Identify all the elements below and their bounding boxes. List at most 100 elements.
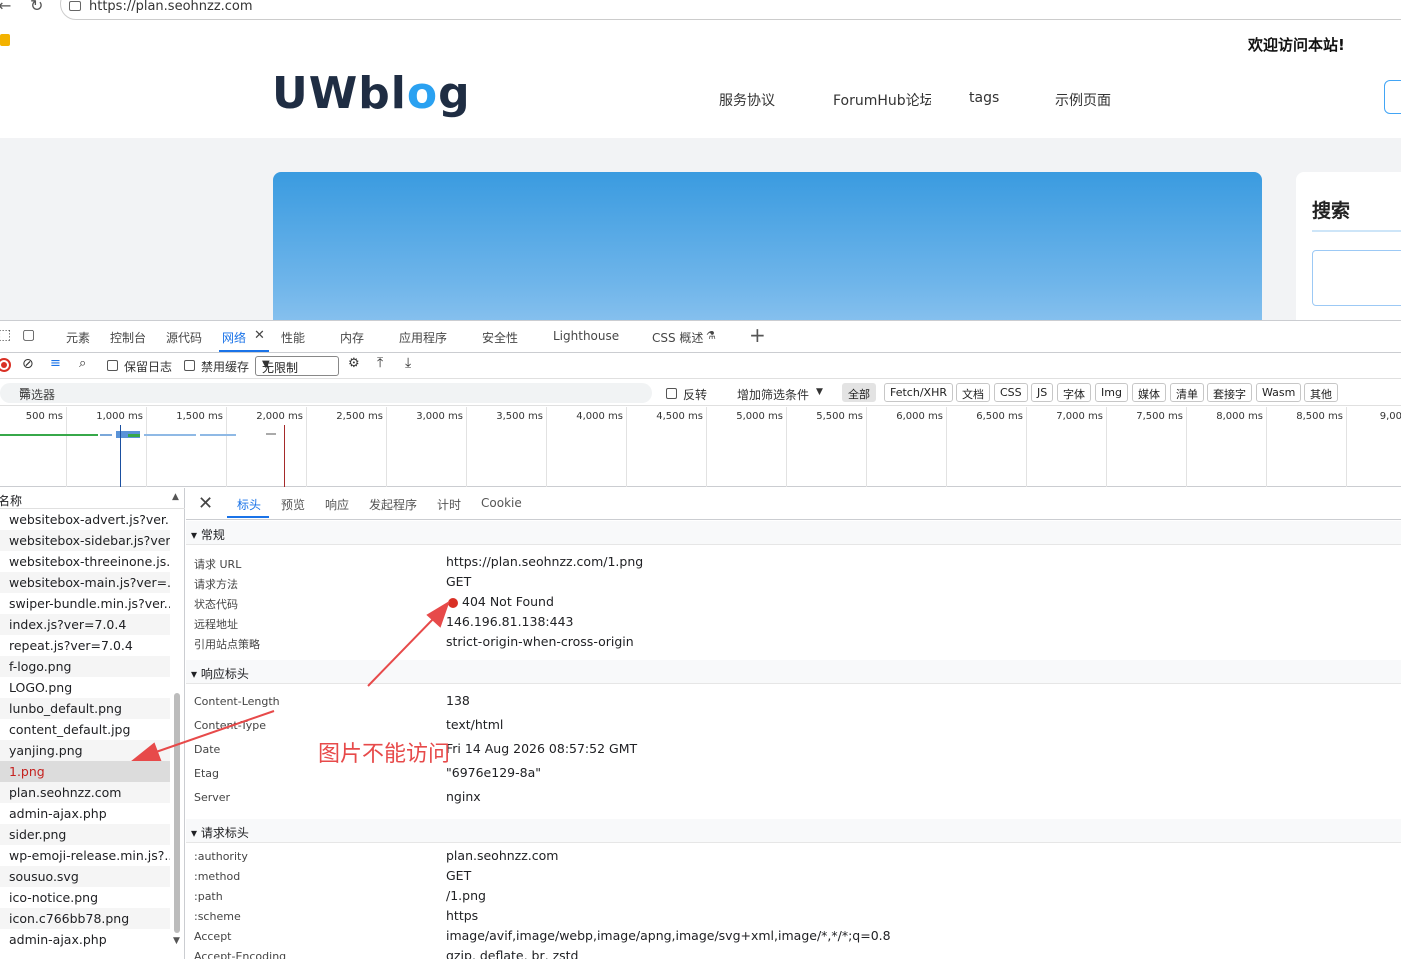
export-har-icon[interactable]: ⤓: [405, 355, 411, 371]
filter-input[interactable]: ☰ 筛选器: [0, 383, 652, 403]
request-row[interactable]: websitebox-main.js?ver=...: [0, 572, 170, 593]
name-column-header[interactable]: 名称: [0, 492, 22, 509]
more-filters-button[interactable]: 增加筛选条件: [737, 386, 809, 403]
request-row[interactable]: f-logo.png: [0, 656, 170, 677]
add-tab-icon[interactable]: +: [749, 323, 766, 347]
nav-item-terms[interactable]: 服务协议: [719, 90, 775, 110]
record-icon[interactable]: [0, 358, 11, 372]
section-request-headers-title: ▾ 请求标头: [191, 826, 249, 840]
inspect-icon[interactable]: ⬚: [0, 327, 11, 343]
request-row[interactable]: repeat.js?ver=7.0.4: [0, 635, 170, 656]
throttle-select[interactable]: 无限制 ▼: [255, 356, 339, 376]
tab-preview[interactable]: 预览: [281, 496, 305, 513]
request-row[interactable]: swiper-bundle.min.js?ver...: [0, 593, 170, 614]
filter-type-img[interactable]: Img: [1095, 383, 1128, 402]
filter-type-other[interactable]: 其他: [1304, 383, 1338, 402]
request-row[interactable]: websitebox-sidebar.js?ver...: [0, 530, 170, 551]
tab-lighthouse[interactable]: Lighthouse: [553, 329, 619, 343]
nav-item-forumhub[interactable]: ForumHub论坛: [833, 90, 931, 110]
request-row[interactable]: sousuo.svg: [0, 866, 170, 887]
timeline-tick: 3,000 ms: [387, 407, 467, 487]
filter-type-js[interactable]: JS: [1031, 383, 1054, 402]
filter-type-css[interactable]: CSS: [994, 383, 1028, 402]
hero-banner[interactable]: [273, 172, 1262, 320]
request-row[interactable]: wp-emoji-release.min.js?...: [0, 845, 170, 866]
back-icon[interactable]: ←: [0, 0, 11, 15]
timeline-tick: 2,000 ms: [227, 407, 307, 487]
header-key: 远程地址: [194, 618, 238, 631]
address-bar[interactable]: https://plan.seohnzz.com: [60, 0, 1401, 20]
filter-type-all[interactable]: 全部: [842, 383, 876, 402]
nav-item-tags[interactable]: tags: [969, 90, 999, 106]
filter-type-font[interactable]: 字体: [1057, 383, 1091, 402]
network-toolbar: ⊘ ≡ ⌕ 保留日志 禁用缓存 无限制 ▼ ⚙ ⤒ ⤓: [0, 353, 1401, 379]
reload-icon[interactable]: ↻: [30, 0, 43, 15]
invert-checkbox[interactable]: [666, 388, 677, 399]
sort-up-icon[interactable]: ▲: [172, 492, 179, 502]
request-row[interactable]: sider.png: [0, 824, 170, 845]
request-row[interactable]: plan.seohnzz.com: [0, 782, 170, 803]
request-row[interactable]: icon.c766bb78.png: [0, 908, 170, 929]
request-row[interactable]: yanjing.png: [0, 740, 170, 761]
request-list-header[interactable]: 名称 ▲: [0, 488, 185, 509]
tab-security[interactable]: 安全性: [482, 329, 518, 346]
close-icon[interactable]: ✕: [198, 493, 213, 514]
sidebar-search-input[interactable]: [1312, 250, 1401, 306]
filter-type-media[interactable]: 媒体: [1132, 383, 1166, 402]
tab-timing[interactable]: 计时: [437, 496, 461, 513]
filter-type-doc[interactable]: 文档: [956, 383, 990, 402]
search-icon[interactable]: ⌕: [79, 356, 86, 371]
preserve-log-checkbox[interactable]: [107, 360, 118, 371]
filter-type-socket[interactable]: 套接字: [1207, 383, 1252, 402]
tab-cookies[interactable]: Cookie: [481, 496, 522, 510]
tab-performance[interactable]: 性能: [281, 329, 305, 346]
divider: [1312, 230, 1401, 232]
request-row[interactable]: admin-ajax.php: [0, 803, 170, 824]
disable-cache-checkbox[interactable]: [184, 360, 195, 371]
header-key: Accept-Encoding: [194, 950, 287, 959]
scroll-down-icon[interactable]: ▼: [173, 936, 180, 946]
tab-application[interactable]: 应用程序: [399, 329, 447, 346]
close-tab-icon[interactable]: ✕: [254, 328, 265, 343]
request-row-selected[interactable]: 1.png: [0, 761, 170, 782]
tab-response[interactable]: 响应: [325, 496, 349, 513]
tab-elements[interactable]: 元素: [66, 329, 90, 346]
request-row[interactable]: admin-ajax.php: [0, 929, 170, 950]
import-har-icon[interactable]: ⤒: [377, 355, 383, 371]
request-row[interactable]: LOGO.png: [0, 677, 170, 698]
tab-network[interactable]: 网络: [222, 329, 246, 346]
experiment-icon: ⚗: [706, 329, 716, 342]
tab-headers[interactable]: 标头: [237, 496, 261, 513]
tab-css-overview[interactable]: CSS 概述: [652, 329, 703, 346]
request-list-scrollbar[interactable]: [174, 693, 180, 933]
tab-initiator[interactable]: 发起程序: [369, 496, 417, 513]
tab-memory[interactable]: 内存: [340, 329, 364, 346]
site-logo[interactable]: UWblog: [272, 68, 471, 119]
timeline-tick: 9,00: [1379, 411, 1401, 422]
header-key: Date: [194, 743, 221, 756]
request-row[interactable]: lunbo_default.png: [0, 698, 170, 719]
section-general[interactable]: ▾ 常规: [186, 521, 1401, 545]
request-row[interactable]: websitebox-advert.js?ver...: [0, 509, 170, 530]
section-request-headers[interactable]: ▾ 请求标头: [186, 819, 1401, 843]
timeline-tick: 4,500 ms: [627, 407, 707, 487]
network-overview-timeline[interactable]: 500 ms 1,000 ms 1,500 ms 2,000 ms 2,500 …: [0, 407, 1401, 487]
tab-console[interactable]: 控制台: [110, 329, 146, 346]
clear-icon[interactable]: ⊘: [22, 356, 34, 372]
request-row[interactable]: content_default.jpg: [0, 719, 170, 740]
header-search-button[interactable]: [1384, 80, 1401, 114]
section-response-headers-title: ▾ 响应标头: [191, 667, 249, 681]
section-response-headers[interactable]: ▾ 响应标头: [186, 660, 1401, 684]
filter-type-manifest[interactable]: 清单: [1170, 383, 1204, 402]
device-toggle-icon[interactable]: ▢: [22, 327, 35, 343]
request-row[interactable]: ico-notice.png: [0, 887, 170, 908]
filter-type-fetch[interactable]: Fetch/XHR: [884, 383, 953, 402]
nav-item-sample-page[interactable]: 示例页面: [1055, 90, 1111, 110]
tab-sources[interactable]: 源代码: [166, 329, 202, 346]
filter-type-wasm[interactable]: Wasm: [1256, 383, 1302, 402]
network-conditions-icon[interactable]: ⚙: [348, 356, 360, 371]
filter-toggle-icon[interactable]: ≡: [50, 356, 61, 371]
request-row[interactable]: index.js?ver=7.0.4: [0, 614, 170, 635]
request-row[interactable]: websitebox-threeinone.js...: [0, 551, 170, 572]
site-info-icon[interactable]: [69, 1, 81, 11]
